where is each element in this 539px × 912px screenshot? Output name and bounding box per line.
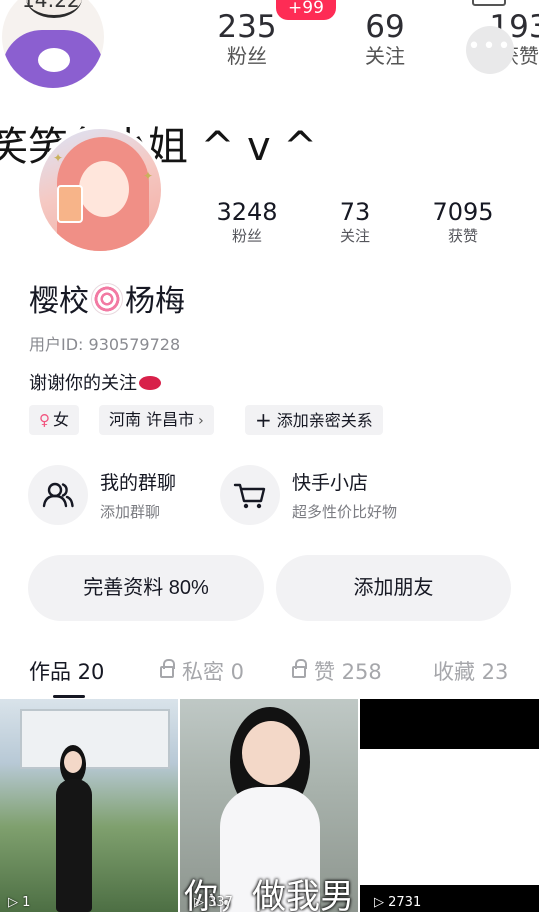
plus-icon: + [255,408,272,432]
bio: 谢谢你的关注 [29,369,161,395]
chevron-right-icon: › [198,413,204,429]
battery-icon [472,0,506,6]
add-relation-tag[interactable]: + 添加亲密关系 [245,405,383,435]
background-avatar [2,0,104,88]
school-building-graphic [20,709,170,769]
lips-emoji-icon [139,376,161,390]
lock-icon [160,659,175,678]
tab-favorites[interactable]: 收藏 23 [433,656,508,686]
fish-cake-emoji-icon [91,283,123,315]
video-play-count: ▷ 337 [194,895,233,910]
video-thumbnail[interactable]: ▷ 2731 [360,699,539,912]
group-chat-icon [42,482,74,508]
notification-badge[interactable]: +99 [276,0,336,20]
group-chat-entry[interactable]: 我的群聊 添加群聊 [28,465,208,527]
tab-works[interactable]: 作品 20 [29,656,104,686]
stat-followers[interactable]: 3248 粉丝 [187,198,307,246]
tab-private[interactable]: 私密 0 [160,656,244,686]
gender-tag[interactable]: ♀ 女 [29,405,80,435]
add-friend-button[interactable]: 添加朋友 [276,555,511,621]
shop-entry[interactable]: 快手小店 超多性价比好物 [220,465,440,527]
bunny-graphic [38,48,70,72]
video-thumbnail[interactable]: ▷ 1 [0,699,178,912]
complete-profile-button[interactable]: 完善资料 80% [28,555,264,621]
background-stat-following[interactable]: 69 关注 [355,10,415,68]
profile-avatar[interactable]: ✦ ✦ [36,126,164,254]
video-play-count: ▷ 1 [8,895,31,910]
drink-cup-graphic [57,185,83,223]
stat-likes[interactable]: 7095 获赞 [403,198,523,246]
tab-liked[interactable]: 赞 258 [292,656,382,686]
video-play-count: ▷ 2731 [374,895,422,910]
location-tag[interactable]: 河南 许昌市 › [99,405,214,435]
background-stat-followers[interactable]: 235 粉丝 [214,10,280,68]
video-grid: ▷ 1 你，做我男 ▷ 337 ▷ 2731 [0,699,539,912]
character-graphic [56,779,92,912]
nickname: 樱校 杨梅 [29,283,185,319]
lock-icon [292,659,307,678]
stat-following[interactable]: 73 关注 [295,198,415,246]
sparkle-icon: ✦ [53,151,64,165]
status-time: 14:22 [22,0,80,12]
video-thumbnail[interactable]: 你，做我男 ▷ 337 [180,699,358,912]
active-tab-indicator [53,695,85,698]
content-tabs: 作品 20 私密 0 赞 258 收藏 23 [0,652,539,698]
background-profile-header: 14:22 +99 235 粉丝 69 关注 193 获赞 ••• [0,0,539,100]
shopping-cart-icon [233,483,266,509]
user-id[interactable]: 用户ID: 930579728 [29,331,180,355]
more-options-button[interactable]: ••• [466,26,514,74]
female-icon: ♀ [39,411,50,429]
sparkle-icon: ✦ [143,169,154,183]
